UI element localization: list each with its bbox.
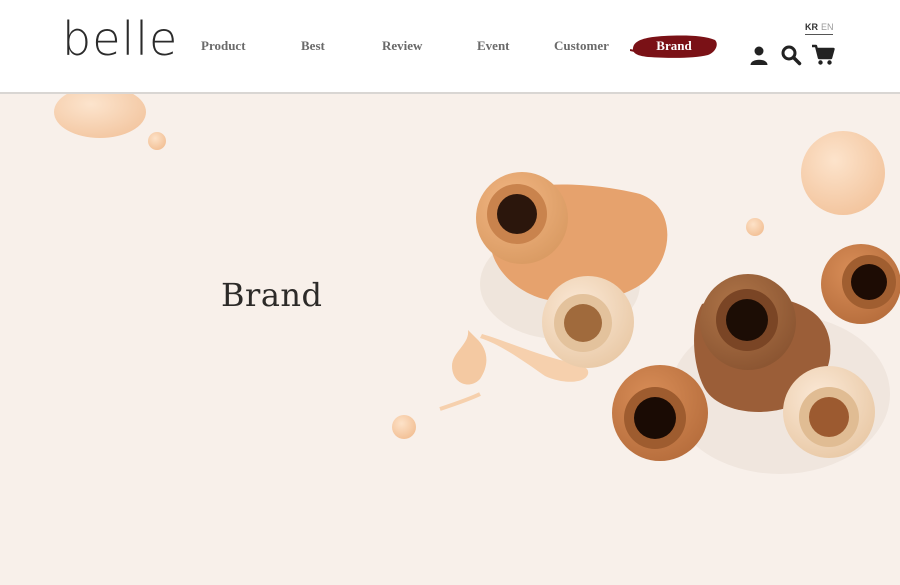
site-header: belle Product Best Review Event Customer…	[0, 0, 900, 94]
cart-icon[interactable]	[811, 44, 835, 68]
nav-item-brand-label: Brand	[656, 38, 692, 53]
foundation-bottles-image	[54, 94, 900, 474]
user-icon[interactable]	[748, 44, 772, 68]
search-icon[interactable]	[780, 44, 804, 68]
page-title: Brand	[221, 276, 323, 314]
nav-item-best[interactable]: Best	[301, 38, 325, 54]
nav-item-brand[interactable]: Brand	[630, 31, 718, 61]
language-switcher: KR EN	[805, 22, 834, 35]
nav-item-review[interactable]: Review	[382, 38, 422, 54]
hero-banner: Brand	[0, 94, 900, 585]
nav-item-product[interactable]: Product	[201, 38, 246, 54]
logo[interactable]: belle	[62, 16, 178, 62]
lang-en[interactable]: EN	[821, 22, 834, 32]
nav-item-event[interactable]: Event	[477, 38, 510, 54]
lang-kr[interactable]: KR	[805, 22, 818, 32]
nav-item-customer[interactable]: Customer	[554, 38, 609, 54]
